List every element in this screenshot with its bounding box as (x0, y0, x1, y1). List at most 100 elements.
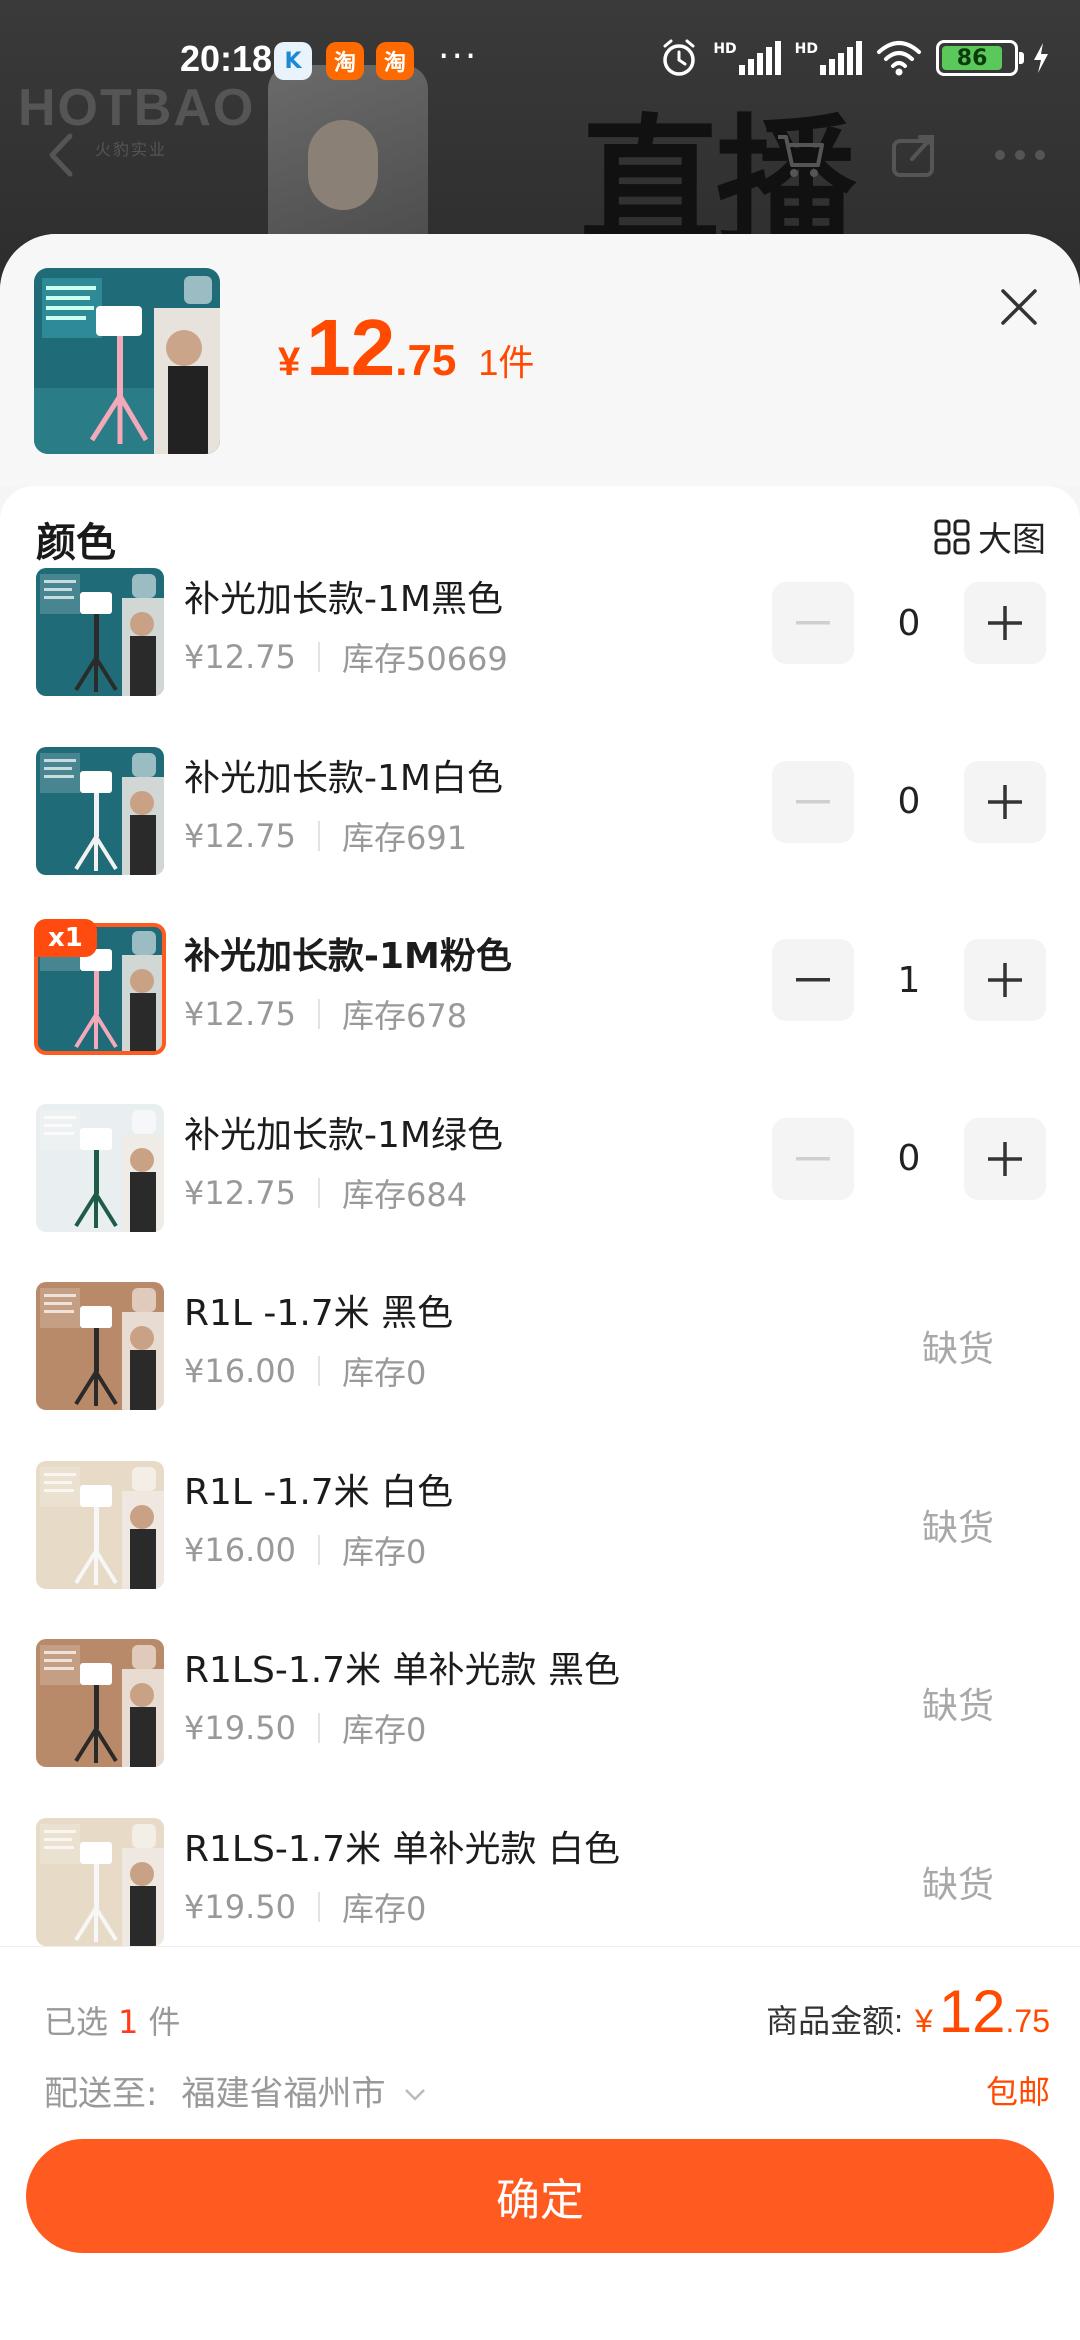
big-image-toggle[interactable]: 大图 (934, 512, 1046, 561)
big-image-label: 大图 (978, 520, 1046, 560)
taobao-icon: 淘 (326, 42, 364, 80)
sheet-header: ¥ 12 .75 1件 (0, 234, 1080, 486)
close-button[interactable] (984, 272, 1054, 342)
sku-name: R1LS-1.7米 单补光款 白色 (184, 1828, 620, 1870)
sku-content: 颜色 大图 补光加长款-1M黑色 ¥12.75 库存50669 0 补光加长款-… (0, 486, 1080, 1946)
sku-row[interactable]: 补光加长款-1M绿色 ¥12.75 库存684 0 (0, 1102, 1080, 1281)
grid-icon (934, 519, 970, 554)
alarm-icon (663, 39, 696, 76)
sku-name: 补光加长款-1M粉色 (184, 936, 512, 977)
total-amount: 商品金额: ¥ 12 .75 (766, 1978, 1050, 2045)
sku-stock: 库存684 (341, 1175, 468, 1214)
sku-name: 补光加长款-1M黑色 (184, 579, 503, 620)
sku-list: 补光加长款-1M黑色 ¥12.75 库存50669 0 补光加长款-1M白色 ¥… (0, 566, 1080, 1946)
plus-icon (988, 606, 1022, 640)
sku-meta: ¥16.00 库存0 (184, 1348, 426, 1394)
divider (317, 1534, 320, 1565)
sku-thumbnail[interactable] (36, 1817, 164, 1946)
section-title-color: 颜色 (36, 520, 116, 566)
minus-icon (796, 621, 830, 625)
sku-stock: 库存0 (341, 1532, 427, 1571)
sku-row[interactable]: 补光加长款-1M黑色 ¥12.75 库存50669 0 (0, 566, 1080, 745)
sku-stock: 库存691 (341, 818, 468, 857)
sku-name: R1L -1.7米 白色 (184, 1471, 454, 1513)
chevron-left-icon (49, 133, 73, 177)
sku-thumbnail[interactable] (36, 1460, 164, 1589)
sku-row[interactable]: R1L -1.7米 白色 ¥16.00 库存0 缺货 (0, 1459, 1080, 1638)
app-k-icon: K (274, 42, 312, 80)
chevron-down-icon (405, 2089, 426, 2101)
sku-row[interactable]: R1L -1.7米 黑色 ¥16.00 库存0 缺货 (0, 1280, 1080, 1459)
cart-icon (778, 135, 824, 177)
back-button[interactable] (30, 125, 90, 185)
sku-row[interactable]: R1LS-1.7米 单补光款 黑色 ¥19.50 库存0 缺货 (0, 1637, 1080, 1816)
minus-icon (796, 799, 830, 803)
decrement-button[interactable] (772, 582, 854, 664)
plus-icon (988, 784, 1022, 819)
quantity-stepper: 0 (772, 582, 1046, 664)
divider (317, 1177, 320, 1208)
sku-thumbnail[interactable] (36, 746, 164, 875)
quantity-value: 0 (897, 781, 921, 822)
sku-price: ¥12.75 (184, 638, 296, 676)
increment-button[interactable] (964, 582, 1046, 664)
sku-row[interactable]: x1 补光加长款-1M粉色 ¥12.75 库存678 1 (0, 919, 1080, 1102)
divider (317, 820, 320, 851)
sku-meta: ¥16.00 库存0 (184, 1527, 426, 1573)
signal-icon-2: HD (795, 41, 862, 75)
free-shipping-badge: 包邮 (985, 2073, 1050, 2111)
sku-thumbnail[interactable] (36, 1282, 164, 1410)
sku-thumbnail[interactable] (36, 1103, 164, 1232)
more-button[interactable] (990, 125, 1050, 185)
divider (317, 642, 320, 672)
close-icon (1001, 289, 1037, 325)
sku-row[interactable]: R1LS-1.7米 单补光款 白色 ¥19.50 库存0 缺货 (0, 1816, 1080, 1947)
sku-stock: 库存678 (341, 997, 468, 1035)
out-of-stock-label: 缺货 (921, 1864, 994, 1906)
decrement-button[interactable] (772, 1117, 854, 1200)
more-icon (995, 150, 1045, 160)
sku-selector-sheet: ¥ 12 .75 1件 颜色 大图 补光加长款-1M黑色 ¥12.75 库存50… (0, 234, 1080, 2340)
footer: 已选 1 件 商品金额: ¥ 12 .75 配送至: 福建省福州市 包邮 确定 (0, 1946, 1080, 2340)
shipping-address-select[interactable]: 福建省福州市 (181, 2066, 426, 2115)
confirm-button[interactable]: 确定 (26, 2139, 1054, 2253)
sku-meta: ¥12.75 库存50669 (184, 634, 508, 680)
sku-thumbnail[interactable] (36, 1639, 164, 1767)
decrement-button[interactable] (772, 939, 854, 1021)
sku-meta: ¥12.75 库存691 (184, 813, 467, 859)
shipping-label: 配送至: (44, 2073, 158, 2114)
sku-meta: ¥19.50 库存0 (184, 1705, 426, 1751)
sku-row[interactable]: 补光加长款-1M白色 ¥12.75 库存691 0 (0, 745, 1080, 924)
signal-icon-1: HD (713, 41, 781, 75)
quantity-stepper: 0 (772, 1117, 1046, 1200)
sku-meta: ¥12.75 库存684 (184, 1170, 467, 1216)
increment-button[interactable] (964, 1117, 1046, 1200)
sku-stock: 库存0 (341, 1711, 427, 1749)
sku-stock: 库存0 (341, 1889, 427, 1928)
sku-price: ¥16.00 (184, 1352, 296, 1390)
divider (317, 1713, 320, 1743)
share-icon (892, 135, 934, 177)
decrement-button[interactable] (772, 760, 854, 843)
out-of-stock-label: 缺货 (921, 1507, 994, 1549)
sku-price: ¥12.75 (184, 816, 296, 855)
selected-product-thumbnail[interactable] (34, 268, 220, 454)
selected-count-badge: x1 (34, 919, 97, 957)
status-time: 20:18 (180, 38, 273, 79)
selected-quantity: 1件 (478, 342, 535, 383)
sku-price: ¥12.75 (184, 995, 296, 1033)
sku-meta: ¥12.75 库存678 (184, 991, 467, 1037)
increment-button[interactable] (964, 760, 1046, 843)
quantity-value: 1 (897, 959, 921, 1001)
status-bar: 20:18 K 淘 淘 ··· HD HD 86 (0, 0, 1080, 120)
sku-meta: ¥19.50 库存0 (184, 1884, 426, 1930)
quantity-value: 0 (897, 1138, 921, 1179)
sku-name: R1L -1.7米 黑色 (184, 1293, 454, 1334)
cart-button[interactable] (770, 125, 830, 185)
more-notifications-icon: ··· (438, 36, 479, 77)
wifi-icon (877, 41, 921, 76)
share-button[interactable] (884, 125, 944, 185)
increment-button[interactable] (964, 939, 1046, 1021)
sku-thumbnail[interactable] (36, 568, 164, 696)
brand-subtitle: 火豹实业 (95, 140, 168, 159)
